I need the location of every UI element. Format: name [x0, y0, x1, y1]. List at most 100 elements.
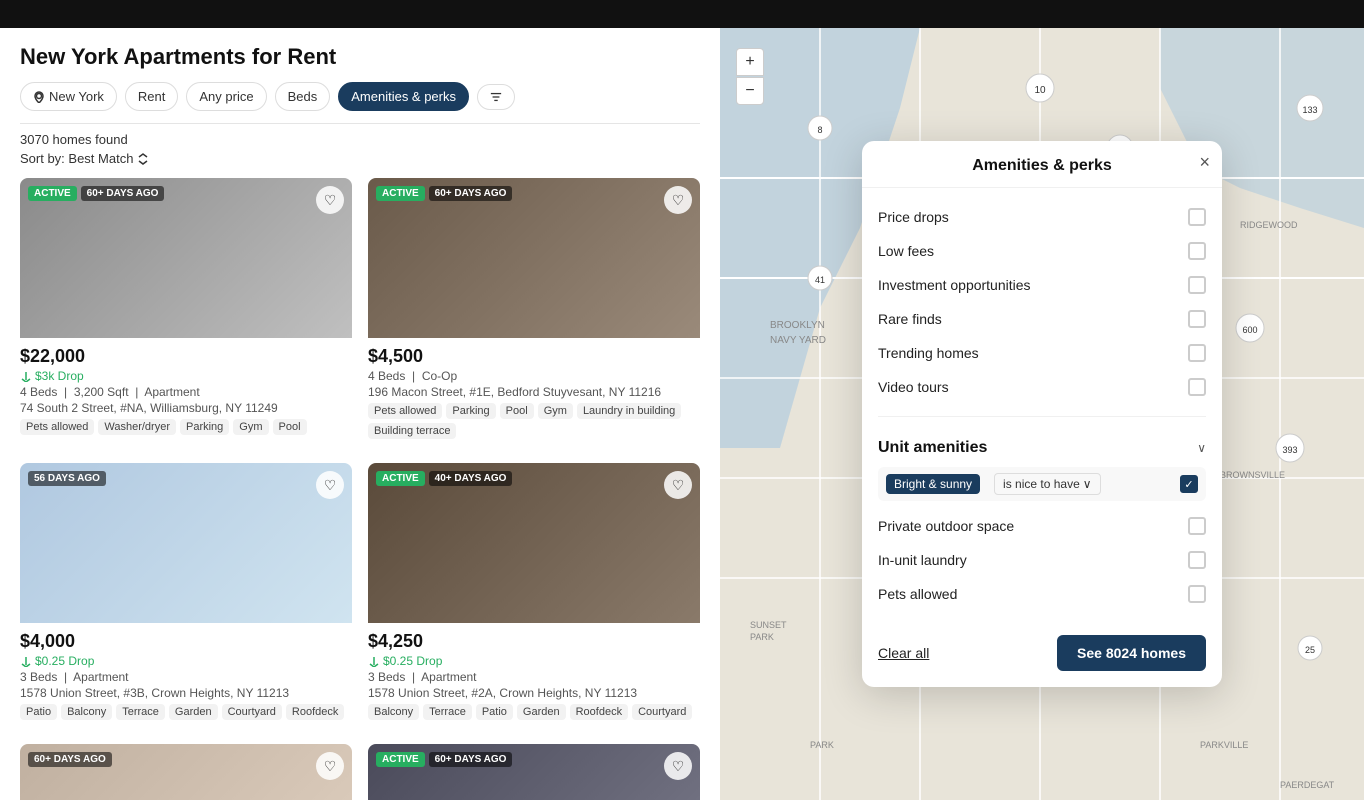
tag: Gym: [233, 419, 268, 435]
listing-image-l3: 56 DAYS AGO ♡: [20, 463, 352, 623]
amenities-filter[interactable]: Amenities & perks: [338, 82, 469, 111]
tag: Terrace: [423, 704, 472, 720]
checkbox-low-fees[interactable]: [1188, 242, 1206, 260]
svg-text:SUNSET: SUNSET: [750, 620, 787, 630]
zoom-out-btn[interactable]: −: [736, 77, 764, 105]
filter-bar: New York Rent Any price Beds Amenities &…: [20, 82, 700, 111]
listing-info-l1: $22,000 $3k Drop 4 Beds | 3,200 Sqft | A…: [20, 338, 352, 443]
checkbox-trending[interactable]: [1188, 344, 1206, 362]
favorite-btn-l3[interactable]: ♡: [316, 471, 344, 499]
price-perks-section: Price drops Low fees Investment opportun…: [878, 188, 1206, 417]
bright-sunny-label: Bright & sunny: [894, 477, 972, 491]
tag: Garden: [169, 704, 218, 720]
checkbox-private-outdoor[interactable]: [1188, 517, 1206, 535]
badge-row-l4: ACTIVE 40+ DAYS AGO: [376, 471, 512, 486]
tag: Patio: [476, 704, 513, 720]
days-badge-l1: 60+ DAYS AGO: [81, 186, 165, 201]
tag: Courtyard: [222, 704, 282, 720]
svg-text:BROOKLYN: BROOKLYN: [770, 320, 825, 331]
zoom-in-btn[interactable]: +: [736, 48, 764, 76]
badge-row-l5: 60+ DAYS AGO: [28, 752, 112, 767]
listing-card-l1[interactable]: ACTIVE 60+ DAYS AGO ♡ $22,000 $3k Drop 4…: [20, 178, 352, 447]
sort-label: Sort by: Best Match: [20, 151, 133, 166]
sort-icon[interactable]: [137, 153, 149, 165]
favorite-btn-l1[interactable]: ♡: [316, 186, 344, 214]
listing-drop-l3: $0.25 Drop: [20, 654, 352, 668]
active-badge-l6: ACTIVE: [376, 752, 425, 767]
listing-drop-l1: $3k Drop: [20, 369, 352, 383]
active-badge-l2: ACTIVE: [376, 186, 425, 201]
listing-address-l2: 196 Macon Street, #1E, Bedford Stuyvesan…: [368, 385, 700, 399]
unit-amenities-section: Unit amenities ∨ Bright & sunny is nice …: [878, 417, 1206, 623]
tag: Pool: [273, 419, 307, 435]
listing-card-l2[interactable]: ACTIVE 60+ DAYS AGO ♡ $4,500 4 Beds | Co…: [368, 178, 700, 447]
tag: Terrace: [116, 704, 165, 720]
filter-row-investment: Investment opportunities: [878, 268, 1206, 302]
listing-image-l2: ACTIVE 60+ DAYS AGO ♡: [368, 178, 700, 338]
clear-all-btn[interactable]: Clear all: [878, 645, 929, 661]
tag: Balcony: [61, 704, 112, 720]
badge-row-l2: ACTIVE 60+ DAYS AGO: [376, 186, 512, 201]
type-filter-label: Rent: [138, 89, 165, 104]
svg-text:PAERDEGAT: PAERDEGAT: [1280, 780, 1335, 790]
listing-card-l6[interactable]: ACTIVE 60+ DAYS AGO ♡: [368, 744, 700, 800]
sort-icon-btn[interactable]: [477, 84, 515, 110]
price-filter[interactable]: Any price: [186, 82, 266, 111]
listing-meta-l2: 4 Beds | Co-Op: [368, 369, 700, 383]
checkbox-bright-sunny[interactable]: ✓: [1180, 475, 1198, 493]
checkbox-price-drops[interactable]: [1188, 208, 1206, 226]
bright-sunny-tag: Bright & sunny: [886, 474, 980, 494]
filter-row-low-fees: Low fees: [878, 234, 1206, 268]
map-area[interactable]: BROOKLYN NAVY YARD RIDGEWOOD BROWNSVILLE…: [720, 28, 1364, 800]
tag: Roofdeck: [286, 704, 344, 720]
divider: [20, 123, 700, 124]
filter-row-video-tours: Video tours: [878, 370, 1206, 404]
listing-info-l3: $4,000 $0.25 Drop 3 Beds | Apartment 157…: [20, 623, 352, 728]
svg-text:PARK: PARK: [810, 740, 834, 750]
days-badge-l2: 60+ DAYS AGO: [429, 186, 513, 201]
svg-text:BROWNSVILLE: BROWNSVILLE: [1220, 470, 1285, 480]
listing-price-l1: $22,000: [20, 346, 352, 367]
listing-card-l5[interactable]: 60+ DAYS AGO ♡: [20, 744, 352, 800]
chevron-icon[interactable]: ∨: [1197, 441, 1206, 455]
listings-grid: ACTIVE 60+ DAYS AGO ♡ $22,000 $3k Drop 4…: [20, 178, 700, 800]
unit-amenities-header: Unit amenities ∨: [878, 429, 1206, 467]
filter-row-rare-finds: Rare finds: [878, 302, 1206, 336]
favorite-btn-l2[interactable]: ♡: [664, 186, 692, 214]
svg-text:600: 600: [1242, 325, 1257, 335]
modal-header: Amenities & perks ×: [862, 141, 1222, 188]
type-filter[interactable]: Rent: [125, 82, 178, 111]
checkbox-rare-finds[interactable]: [1188, 310, 1206, 328]
listing-card-l4[interactable]: ACTIVE 40+ DAYS AGO ♡ $4,250 $0.25 Drop …: [368, 463, 700, 728]
amenity-qualifier[interactable]: is nice to have ∨: [994, 473, 1101, 495]
modal-close-btn[interactable]: ×: [1199, 153, 1210, 171]
badge-row-l3: 56 DAYS AGO: [28, 471, 106, 486]
listing-card-l3[interactable]: 56 DAYS AGO ♡ $4,000 $0.25 Drop 3 Beds |…: [20, 463, 352, 728]
see-homes-btn[interactable]: See 8024 homes: [1057, 635, 1206, 671]
listing-image-l5: 60+ DAYS AGO ♡: [20, 744, 352, 800]
qualifier-chevron-icon: ∨: [1083, 477, 1092, 491]
filter-label-inunit-laundry: In-unit laundry: [878, 552, 967, 568]
svg-text:PARK: PARK: [750, 632, 774, 642]
listing-meta-l1: 4 Beds | 3,200 Sqft | Apartment: [20, 385, 352, 399]
checkbox-video-tours[interactable]: [1188, 378, 1206, 396]
filter-label-low-fees: Low fees: [878, 243, 934, 259]
svg-text:41: 41: [815, 275, 825, 285]
checkbox-pets-allowed[interactable]: [1188, 585, 1206, 603]
tag: Pets allowed: [368, 403, 442, 419]
favorite-btn-l4[interactable]: ♡: [664, 471, 692, 499]
favorite-btn-l6[interactable]: ♡: [664, 752, 692, 780]
filter-label-price-drops: Price drops: [878, 209, 949, 225]
filter-label-pets-allowed: Pets allowed: [878, 586, 957, 602]
listing-price-l3: $4,000: [20, 631, 352, 652]
location-filter-label: New York: [49, 89, 104, 104]
checkbox-inunit-laundry[interactable]: [1188, 551, 1206, 569]
beds-filter[interactable]: Beds: [275, 82, 331, 111]
tag: Parking: [446, 403, 495, 419]
tag: Balcony: [368, 704, 419, 720]
checkbox-investment[interactable]: [1188, 276, 1206, 294]
favorite-btn-l5[interactable]: ♡: [316, 752, 344, 780]
listing-image-l4: ACTIVE 40+ DAYS AGO ♡: [368, 463, 700, 623]
filter-label-investment: Investment opportunities: [878, 277, 1031, 293]
location-filter[interactable]: New York: [20, 82, 117, 111]
